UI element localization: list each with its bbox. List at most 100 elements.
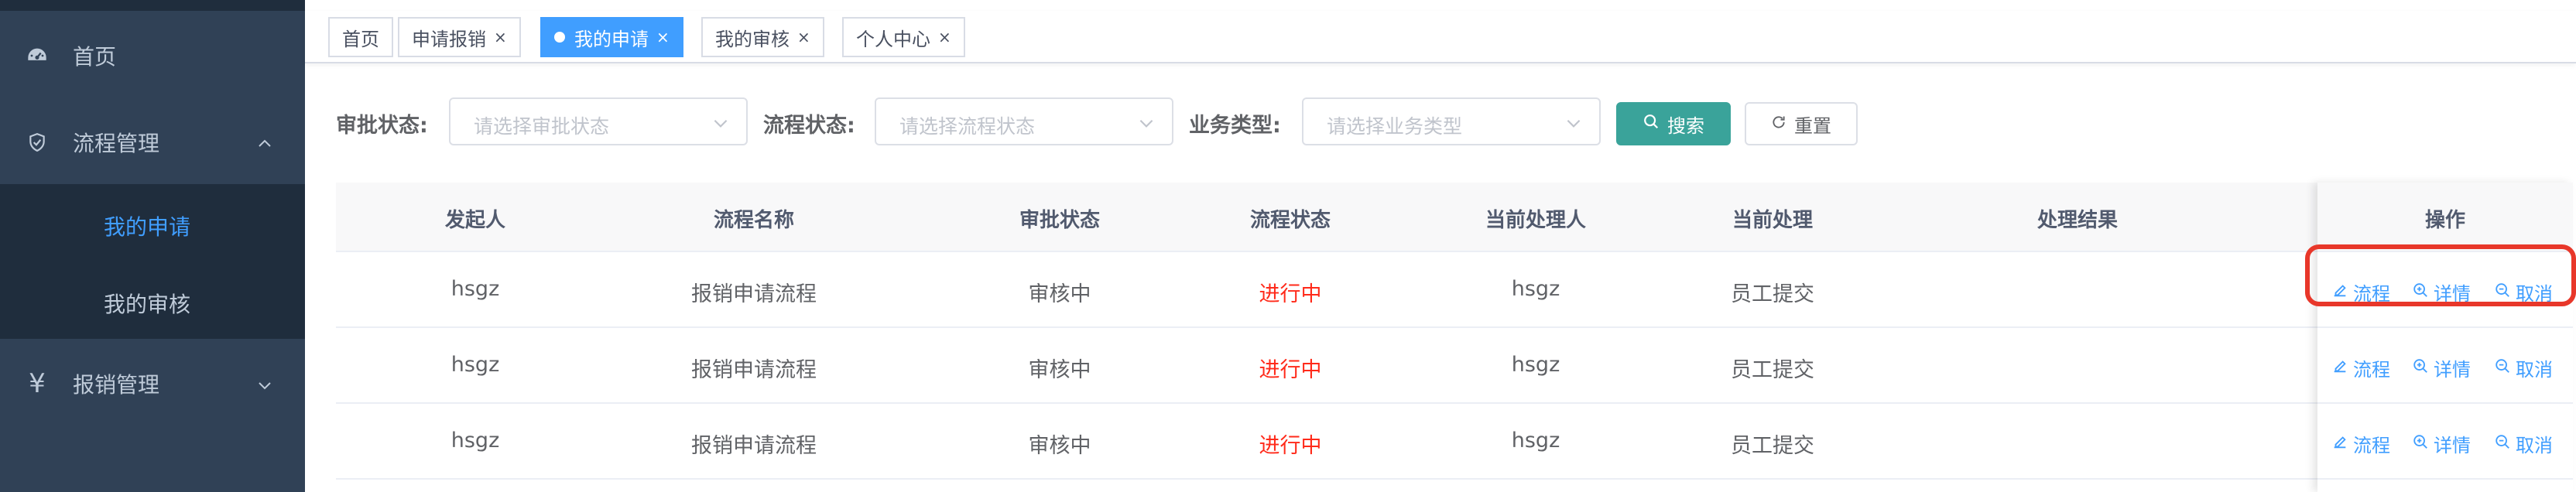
chevron-down-icon <box>1564 113 1584 133</box>
zoom-in-icon <box>2412 357 2429 379</box>
cell-process-status: 进行中 <box>1259 282 1322 306</box>
flow-link-label: 流程 <box>2353 359 2390 381</box>
zoom-out-icon <box>2494 357 2511 379</box>
sidebar: 首页 流程管理 我的申请 我的审核 ¥ 报销管理 <box>0 0 305 492</box>
cell-initiator: hsgz <box>450 429 500 453</box>
close-icon[interactable]: × <box>797 28 810 46</box>
cell-handler: hsgz <box>1511 277 1560 301</box>
active-dot-icon <box>554 32 565 43</box>
sidebar-item-my-applications[interactable]: 我的申请 <box>104 210 190 241</box>
cancel-link-label: 取消 <box>2516 359 2553 381</box>
close-icon[interactable]: × <box>656 28 670 46</box>
detail-link[interactable]: 详情 <box>2412 430 2471 457</box>
detail-link-label: 详情 <box>2434 435 2471 456</box>
select-placeholder: 请选择流程状态 <box>899 115 1036 138</box>
cell-handler: hsgz <box>1511 353 1560 377</box>
tag-home[interactable]: 首页 <box>328 17 393 57</box>
column-header-current-step: 当前处理 <box>1732 209 1813 232</box>
applications-table: 发起人 流程名称 审批状态 流程状态 当前处理人 当前处理 处理结果 hsgz … <box>336 183 2573 492</box>
chevron-up-icon <box>255 133 274 152</box>
dashboard-icon <box>26 45 48 67</box>
column-header-actions-cell: 操作 <box>2317 183 2573 252</box>
cell-process-name: 报销申请流程 <box>691 282 817 306</box>
sidebar-item-process-management[interactable]: 流程管理 <box>0 121 305 164</box>
tag-my-reviews[interactable]: 我的审核 × <box>701 17 824 57</box>
cancel-link-label: 取消 <box>2516 435 2553 456</box>
column-header-initiator: 发起人 <box>444 209 505 232</box>
cell-initiator: hsgz <box>450 277 500 301</box>
cell-current-step: 员工提交 <box>1731 434 1814 458</box>
business-type-select[interactable]: 请选择业务类型 <box>1302 97 1601 145</box>
approval-status-select[interactable]: 请选择审批状态 <box>449 97 748 145</box>
search-button[interactable]: 搜索 <box>1616 102 1731 145</box>
cell-approval-status: 审核中 <box>1028 434 1091 458</box>
tag-label: 申请报销 <box>412 28 486 50</box>
cancel-link[interactable]: 取消 <box>2494 430 2553 457</box>
cell-handler: hsgz <box>1511 429 1560 453</box>
flow-link[interactable]: 流程 <box>2331 430 2390 457</box>
edit-icon <box>2331 357 2348 379</box>
annotation-highlight-box <box>2305 244 2576 306</box>
close-icon[interactable]: × <box>494 28 507 46</box>
approval-status-label: 审批状态: <box>336 114 428 138</box>
column-header-actions: 操作 <box>2424 209 2465 232</box>
tag-label: 我的审核 <box>715 28 790 50</box>
tag-label: 我的申请 <box>574 28 649 50</box>
column-header-approval-status: 审批状态 <box>1019 209 1100 232</box>
sidebar-item-my-reviews[interactable]: 我的审核 <box>104 288 190 319</box>
table-row: hsgz 报销申请流程 审核中 进行中 hsgz 员工提交 <box>336 252 2565 328</box>
process-status-select[interactable]: 请选择流程状态 <box>875 97 1173 145</box>
business-type-label: 业务类型: <box>1189 114 1281 138</box>
column-header-process-status: 流程状态 <box>1249 209 1331 232</box>
tag-label: 首页 <box>342 28 379 50</box>
cell-approval-status: 审核中 <box>1028 358 1091 382</box>
detail-link[interactable]: 详情 <box>2412 354 2471 381</box>
actions-cell: 流程 详情 取消 <box>2317 404 2573 480</box>
sidebar-item-label: 报销管理 <box>73 372 160 398</box>
chevron-down-icon <box>1136 113 1156 133</box>
sidebar-item-label: 首页 <box>73 44 117 70</box>
table-header: 发起人 流程名称 审批状态 流程状态 当前处理人 当前处理 处理结果 <box>336 183 2565 252</box>
cell-initiator: hsgz <box>450 353 500 377</box>
reset-button-label: 重置 <box>1794 114 1831 137</box>
detail-link-label: 详情 <box>2434 359 2471 381</box>
chevron-down-icon <box>711 113 731 133</box>
tag-apply-reimbursement[interactable]: 申请报销 × <box>398 17 521 57</box>
sidebar-item-label: 流程管理 <box>73 131 160 156</box>
sidebar-logo-strip <box>0 0 305 11</box>
cancel-link[interactable]: 取消 <box>2494 354 2553 381</box>
actions-cell: 流程 详情 取消 <box>2317 328 2573 404</box>
column-header-result: 处理结果 <box>2036 209 2118 232</box>
sidebar-item-home[interactable]: 首页 <box>0 34 305 77</box>
flow-link-label: 流程 <box>2353 435 2390 456</box>
sidebar-item-reimbursement[interactable]: ¥ 报销管理 <box>0 362 305 405</box>
search-button-label: 搜索 <box>1667 114 1704 137</box>
column-header-process-name: 流程名称 <box>713 209 794 232</box>
cell-process-name: 报销申请流程 <box>691 358 817 382</box>
refresh-icon <box>1771 113 1786 135</box>
flow-link[interactable]: 流程 <box>2331 354 2390 381</box>
cell-approval-status: 审核中 <box>1028 282 1091 306</box>
column-header-current-handler: 当前处理人 <box>1485 209 1586 232</box>
process-status-label: 流程状态: <box>763 114 855 138</box>
cell-current-step: 员工提交 <box>1731 282 1814 306</box>
tags-view: 首页 申请报销 × 我的申请 × 我的审核 × 个人中心 × <box>305 11 2576 63</box>
actions-column: 操作 流程 详情 取消 流程 详情 取消 流程 详情 取消 <box>2317 183 2573 492</box>
table-row: hsgz 报销申请流程 审核中 进行中 hsgz 员工提交 <box>336 404 2565 480</box>
chevron-down-icon <box>255 374 274 393</box>
table-row: hsgz 报销申请流程 审核中 进行中 hsgz 员工提交 <box>336 328 2565 404</box>
tag-label: 个人中心 <box>856 28 930 50</box>
search-icon <box>1643 113 1660 135</box>
cell-process-status: 进行中 <box>1259 434 1322 458</box>
yen-icon: ¥ <box>29 368 46 399</box>
select-placeholder: 请选择审批状态 <box>474 115 610 138</box>
reset-button[interactable]: 重置 <box>1745 102 1858 145</box>
zoom-out-icon <box>2494 433 2511 455</box>
tag-my-applications[interactable]: 我的申请 × <box>540 17 683 57</box>
edit-icon <box>2331 433 2348 455</box>
tag-personal-center[interactable]: 个人中心 × <box>842 17 965 57</box>
select-placeholder: 请选择业务类型 <box>1327 115 1463 138</box>
shield-icon <box>26 132 48 153</box>
zoom-in-icon <box>2412 433 2429 455</box>
close-icon[interactable]: × <box>938 28 951 46</box>
